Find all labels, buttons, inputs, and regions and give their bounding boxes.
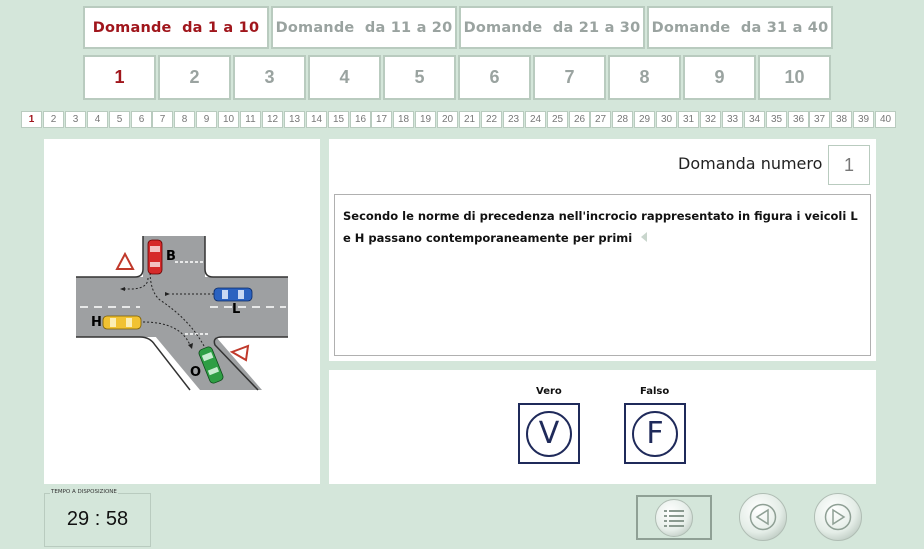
strip-question-2[interactable]: 2 (43, 111, 64, 128)
strip-question-23[interactable]: 23 (503, 111, 524, 128)
strip-question-11[interactable]: 11 (240, 111, 261, 128)
timer-label: TEMPO A DISPOSIZIONE (50, 489, 118, 495)
strip-question-17[interactable]: 17 (371, 111, 392, 128)
strip-question-32[interactable]: 32 (700, 111, 721, 128)
strip-question-4[interactable]: 4 (87, 111, 108, 128)
tab-range-31-40[interactable]: Domande da 31 a 40 (647, 6, 833, 49)
question-tab-7[interactable]: 7 (533, 55, 606, 100)
strip-question-36[interactable]: 36 (788, 111, 809, 128)
strip-question-8[interactable]: 8 (174, 111, 195, 128)
true-v-icon: V (526, 410, 572, 457)
strip-question-29[interactable]: 29 (634, 111, 655, 128)
answer-true-button[interactable]: V (518, 403, 580, 464)
strip-question-18[interactable]: 18 (393, 111, 414, 128)
strip-question-24[interactable]: 24 (525, 111, 546, 128)
strip-question-25[interactable]: 25 (547, 111, 568, 128)
strip-question-14[interactable]: 14 (306, 111, 327, 128)
arrow-right-icon (824, 503, 852, 531)
vehicle-label-b: B (166, 249, 176, 264)
next-button[interactable] (814, 493, 862, 541)
strip-question-27[interactable]: 27 (590, 111, 611, 128)
strip-question-15[interactable]: 15 (328, 111, 349, 128)
strip-question-28[interactable]: 28 (612, 111, 633, 128)
strip-question-5[interactable]: 5 (109, 111, 130, 128)
strip-question-34[interactable]: 34 (744, 111, 765, 128)
speaker-icon[interactable] (639, 228, 649, 247)
question-list-button[interactable] (636, 495, 712, 540)
vehicle-label-h: H (91, 315, 102, 330)
question-title-label: Domanda numero (678, 154, 823, 173)
question-tab-3[interactable]: 3 (233, 55, 306, 100)
strip-question-39[interactable]: 39 (853, 111, 874, 128)
question-tab-9[interactable]: 9 (683, 55, 756, 100)
strip-question-30[interactable]: 30 (656, 111, 677, 128)
question-tab-6[interactable]: 6 (458, 55, 531, 100)
previous-button[interactable] (739, 493, 787, 541)
strip-question-22[interactable]: 22 (481, 111, 502, 128)
list-icon (655, 498, 693, 537)
strip-question-13[interactable]: 13 (284, 111, 305, 128)
question-tab-1[interactable]: 1 (83, 55, 156, 100)
answer-panel (329, 370, 876, 484)
strip-question-3[interactable]: 3 (65, 111, 86, 128)
strip-question-26[interactable]: 26 (569, 111, 590, 128)
question-tab-8[interactable]: 8 (608, 55, 681, 100)
false-f-icon: F (632, 410, 678, 457)
strip-question-33[interactable]: 33 (722, 111, 743, 128)
tab-range-1-10[interactable]: Domande da 1 a 10 (83, 6, 269, 49)
vehicle-label-l: L (232, 302, 241, 317)
question-tab-2[interactable]: 2 (158, 55, 231, 100)
arrow-left-icon (749, 503, 777, 531)
strip-question-6[interactable]: 6 (131, 111, 152, 128)
strip-question-35[interactable]: 35 (766, 111, 787, 128)
strip-question-1[interactable]: 1 (21, 111, 42, 128)
strip-question-12[interactable]: 12 (262, 111, 283, 128)
answer-true-label: Vero (536, 386, 562, 397)
tab-range-11-20[interactable]: Domande da 11 a 20 (271, 6, 457, 49)
strip-question-38[interactable]: 38 (831, 111, 852, 128)
tab-range-21-30[interactable]: Domande da 21 a 30 (459, 6, 645, 49)
strip-question-21[interactable]: 21 (459, 111, 480, 128)
question-tab-10[interactable]: 10 (758, 55, 831, 100)
intersection-figure (76, 236, 288, 391)
strip-question-37[interactable]: 37 (809, 111, 830, 128)
strip-question-16[interactable]: 16 (350, 111, 371, 128)
question-number-box: 1 (828, 145, 870, 185)
strip-question-7[interactable]: 7 (152, 111, 173, 128)
answer-false-label: Falso (640, 386, 670, 397)
question-text-box: Secondo le norme di precedenza nell'incr… (334, 194, 871, 356)
answer-false-button[interactable]: F (624, 403, 686, 464)
question-tab-4[interactable]: 4 (308, 55, 381, 100)
strip-question-9[interactable]: 9 (196, 111, 217, 128)
strip-question-19[interactable]: 19 (415, 111, 436, 128)
strip-question-10[interactable]: 10 (218, 111, 239, 128)
strip-question-20[interactable]: 20 (437, 111, 458, 128)
strip-question-31[interactable]: 31 (678, 111, 699, 128)
question-text: Secondo le norme di precedenza nell'incr… (343, 209, 858, 245)
figure-panel: B L H O (44, 139, 320, 484)
strip-question-40[interactable]: 40 (875, 111, 896, 128)
question-tab-5[interactable]: 5 (383, 55, 456, 100)
timer-value: 29 : 58 (66, 508, 129, 530)
vehicle-label-o: O (190, 365, 202, 380)
